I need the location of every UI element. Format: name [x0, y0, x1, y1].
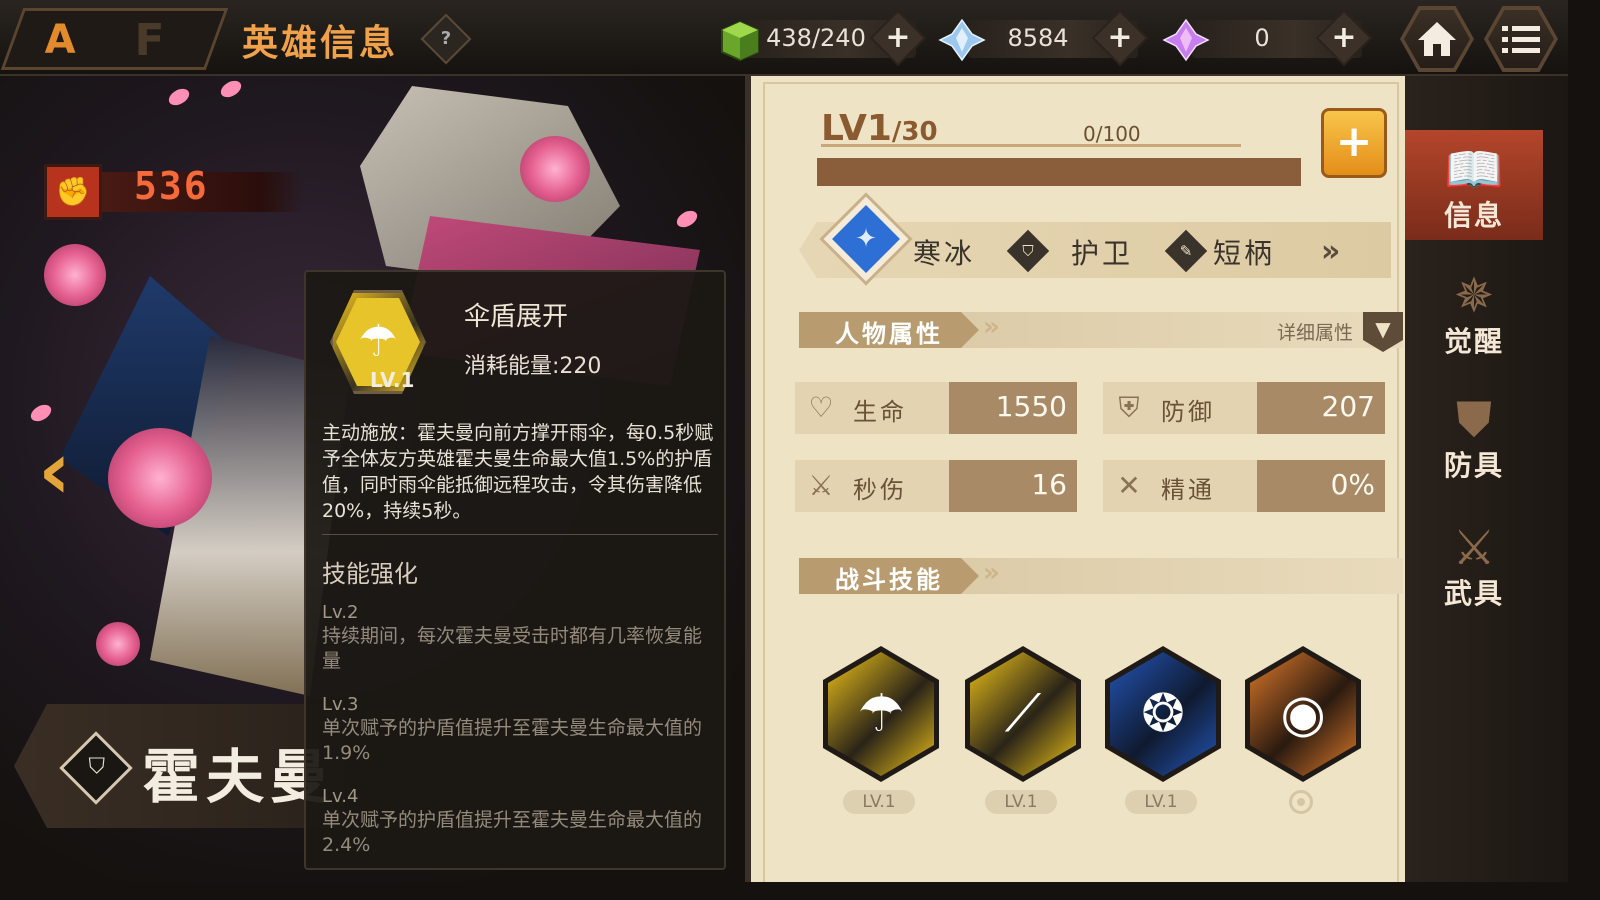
divider: [322, 534, 718, 535]
awaken-emblem-icon: ✵: [1453, 268, 1495, 324]
attr-hp-value: 1550: [995, 390, 1067, 423]
armor-icon: ⛊: [1455, 392, 1492, 448]
tab-weapon[interactable]: ⚔ 武具: [1405, 508, 1543, 618]
tab-awaken[interactable]: ✵ 觉醒: [1405, 256, 1543, 366]
enhance-item: Lv.3 单次赋予的护盾值提升至霍夫曼生命最大值的1.9%: [322, 694, 703, 764]
home-icon: [1418, 22, 1456, 56]
rose-decoration: [44, 244, 106, 306]
rose-decoration: [520, 136, 590, 202]
game-logo: A F: [0, 8, 229, 70]
detail-attributes-link[interactable]: 详细属性: [1277, 318, 1353, 345]
blue-crystal-currency: 8584 +: [938, 9, 1149, 67]
exp-progress-bar: [817, 158, 1301, 186]
combat-power-value: 536: [134, 164, 209, 208]
purple-crystal-currency: 0 +: [1162, 9, 1373, 67]
petal-decoration: [673, 207, 701, 231]
attr-mastery: ✕ 精通 0%: [1103, 460, 1385, 512]
skill-4-locked-dot: [1289, 790, 1313, 814]
book-icon: 📖: [1444, 142, 1504, 198]
blue-swirl-icon: ❂: [1141, 684, 1185, 744]
attr-defense: ⛨ 防御 207: [1103, 382, 1385, 434]
attr-hp: ♡ 生命 1550: [795, 382, 1077, 434]
tab-armor[interactable]: ⛊ 防具: [1405, 380, 1543, 490]
shield-icon: ⛨: [1118, 391, 1140, 424]
exp-progress-text: 0/100: [1083, 122, 1141, 146]
attributes-header: 人物属性 » 详细属性 ▼: [799, 312, 1403, 352]
tab-info[interactable]: 📖 信息: [1405, 130, 1543, 240]
skill-1-level: LV.1: [843, 790, 915, 814]
fist-icon: ✊: [44, 164, 102, 220]
attr-dps: ⚔ 秒伤 16: [795, 460, 1077, 512]
bow-sword-icon: ⚔: [1452, 520, 1496, 576]
rose-decoration: [108, 428, 212, 528]
attr-dps-value: 16: [1031, 468, 1067, 501]
heart-icon: ♡: [808, 391, 834, 424]
skill-slot-3[interactable]: ❂ LV.1: [1101, 646, 1221, 814]
lance-strike-icon: ⟋: [1004, 684, 1042, 744]
petal-decoration: [27, 401, 55, 425]
attr-defense-value: 207: [1321, 390, 1375, 423]
skill-3-level: LV.1: [1125, 790, 1197, 814]
weapon-tag: 短柄: [1213, 237, 1276, 270]
skill-2-level: LV.1: [985, 790, 1057, 814]
level-up-button[interactable]: +: [1321, 108, 1387, 178]
umbrella-shield-icon: ☂: [857, 684, 905, 744]
short-weapon-icon: ✎: [1164, 229, 1208, 273]
skill-energy-cost: 消耗能量:220: [464, 354, 602, 379]
enhance-item: Lv.2 持续期间，每次霍夫曼受击时都有几率恢复能量: [322, 602, 703, 672]
crossed-blades-icon: ✕: [1117, 469, 1141, 502]
menu-button[interactable]: [1484, 6, 1558, 72]
skill-enhance-title: 技能强化: [322, 560, 418, 588]
menu-icon: [1502, 26, 1540, 53]
skills-title: 战斗技能: [835, 566, 943, 594]
swords-icon: ⚔: [808, 469, 834, 502]
orange-drill-icon: ◉: [1280, 684, 1326, 744]
top-bar: A F 英雄信息 ? 438/240 + 8584 + 0 +: [0, 0, 1568, 76]
hero-info-panel: LV1/30 0/100 + ✦ 寒冰 ⛉ 护卫 ✎ 短柄 » 人物属性 » 详…: [745, 76, 1405, 882]
enhance-item: Lv.4 单次赋予的护盾值提升至霍夫曼生命最大值的2.4%: [322, 786, 703, 856]
petal-decoration: [217, 77, 245, 101]
skills-header: 战斗技能 »: [799, 558, 1403, 594]
guardian-role-icon: ⛉: [59, 731, 133, 805]
attributes-title: 人物属性: [835, 320, 943, 348]
skill-description: 主动施放：霍夫曼向前方撑开雨伞，每0.5秒赋予全体友方英雄霍夫曼生命最大值1.5…: [322, 422, 714, 522]
skill-slot-1[interactable]: ☂ LV.1: [819, 646, 939, 814]
home-button[interactable]: [1400, 6, 1474, 72]
hero-level: LV1/30: [821, 108, 938, 149]
skill-slot-4[interactable]: ◉: [1241, 646, 1361, 814]
element-tag: 寒冰: [913, 237, 976, 270]
skill-slot-2[interactable]: ⟋ LV.1: [961, 646, 1081, 814]
prev-hero-button[interactable]: ‹: [38, 426, 98, 516]
hero-name-plate: ⛉ 霍夫曼: [14, 704, 344, 828]
chevron-down-icon[interactable]: ▼: [1363, 312, 1403, 352]
skill-level: LV.1: [370, 368, 415, 392]
tags-end-arrow: »: [1321, 234, 1341, 269]
skill-tooltip: ☂ LV.1 伞盾展开 消耗能量:220 主动施放：霍夫曼向前方撑开雨伞，每0.…: [304, 270, 726, 870]
skill-name: 伞盾展开: [464, 302, 569, 332]
attr-mastery-value: 0%: [1330, 468, 1375, 501]
combat-power: ✊ 536: [44, 164, 314, 222]
stamina-currency: 438/240 +: [716, 9, 927, 67]
question-icon[interactable]: ?: [420, 13, 472, 65]
guardian-icon: ⛉: [1006, 229, 1050, 273]
petal-decoration: [165, 85, 193, 109]
rose-decoration: [96, 622, 140, 666]
page-title: 英雄信息: [242, 23, 399, 64]
role-tag: 护卫: [1071, 237, 1134, 270]
hero-sidebar: 📖 信息 ✵ 觉醒 ⛊ 防具 ⚔ 武具: [1405, 76, 1568, 882]
